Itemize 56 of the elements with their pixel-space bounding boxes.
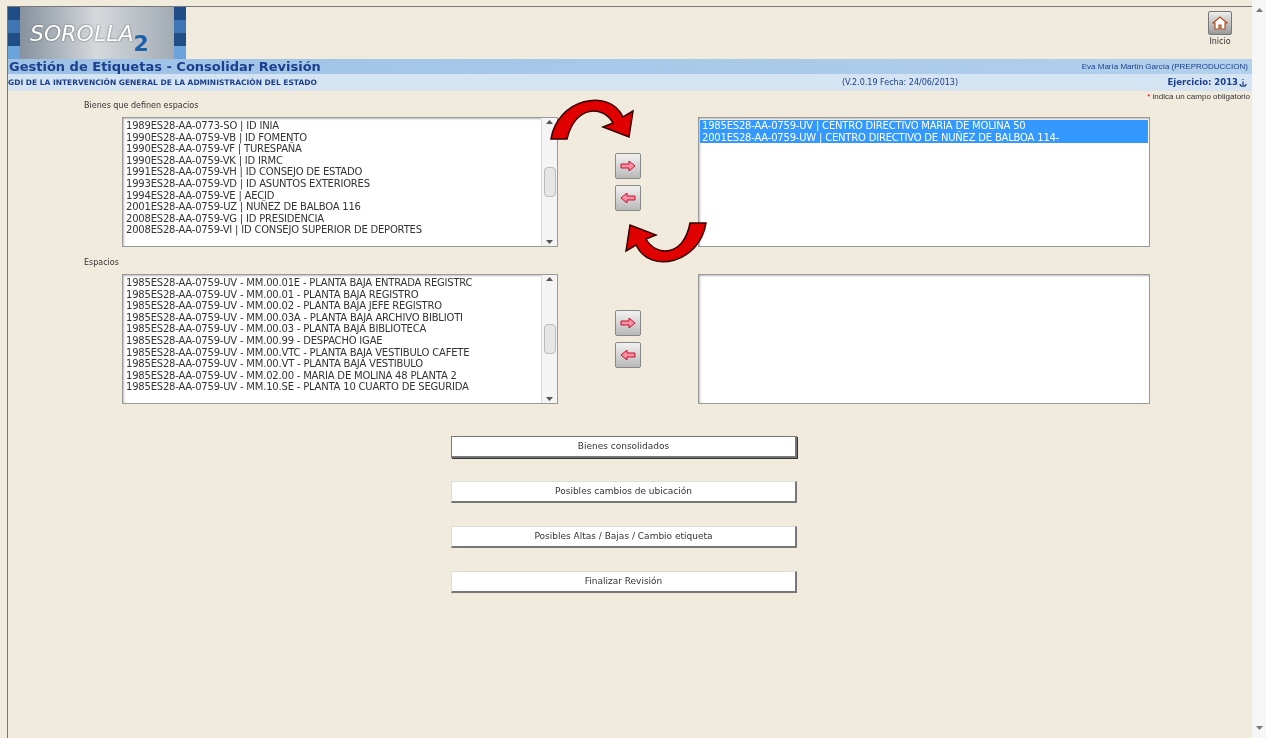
logo-stripe-icon xyxy=(8,7,20,59)
list-option[interactable]: 1985ES28-AA-0759-UV - MM.00.02 - PLANTA BAJA JEFE REGISTRO xyxy=(124,300,540,312)
list-option[interactable]: 1985ES28-AA-0759-UV - MM.00.VT - PLANTA BAJA VESTIBULO xyxy=(124,358,540,370)
list-option[interactable]: 1989ES28-AA-0773-SO | ID INIA xyxy=(124,120,540,132)
scroll-thumb[interactable] xyxy=(543,324,556,354)
arrow-left-icon xyxy=(620,350,636,360)
list-option[interactable]: 1990ES28-AA-0759-VB | ID FOMENTO xyxy=(124,131,540,144)
list-box[interactable] xyxy=(122,117,558,247)
scroll-up-icon[interactable] xyxy=(546,277,553,281)
scroll-down-icon[interactable] xyxy=(546,240,553,244)
scroll-thumb[interactable] xyxy=(543,167,556,197)
move-left-button[interactable] xyxy=(615,342,641,368)
list-option[interactable]: 2008ES28-AA-0759-VG | ID PRESIDENCIA xyxy=(124,212,540,225)
list-option[interactable]: 1985ES28-AA-0759-UV - MM.00.01 - PLANTA BAJA REGISTRO xyxy=(124,288,540,301)
list-box[interactable] xyxy=(122,274,558,404)
list-option[interactable]: 1993ES28-AA-0759-VD | ID ASUNTOS EXTERIORES xyxy=(124,177,540,190)
scroll-up-icon[interactable] xyxy=(546,120,553,124)
version-text: (V.2.0.19 Fecha: 24/06/2013) xyxy=(842,76,960,89)
scrollbar[interactable] xyxy=(541,118,557,246)
action-button[interactable]: Bienes consolidados xyxy=(451,436,797,458)
scroll-down-icon[interactable] xyxy=(1255,726,1263,730)
scrollbar[interactable] xyxy=(541,275,557,403)
action-button[interactable]: Posibles Altas / Bajas / Cambio etiqueta xyxy=(451,526,797,548)
scroll-down-icon[interactable] xyxy=(546,397,553,401)
logo-number: 2 xyxy=(133,33,149,55)
list-option[interactable]: 1985ES28-AA-0759-UV - MM.02.00 - MARIA DE MOLINA 48 PLANTA 2 xyxy=(124,369,540,382)
required-note: * indica un campo obligatorio xyxy=(1147,91,1251,103)
list-option[interactable]: 2001ES28-AA-0759-UZ | NUÑEZ DE BALBOA 116 xyxy=(124,201,540,213)
list-option[interactable]: 1985ES28-AA-0759-UV - MM.00.03A - PLANTA BAJA ARCHIVO BIBLIOTI xyxy=(124,311,540,324)
list-option[interactable]: 1985ES28-AA-0759-UV - MM.00.99 - DESPACHO IGAE xyxy=(124,334,540,347)
scroll-up-icon[interactable] xyxy=(1255,8,1263,12)
list-option[interactable]: 1990ES28-AA-0759-VK | ID IRMC xyxy=(124,154,540,167)
action-button[interactable]: Finalizar Revisión xyxy=(451,571,797,593)
list-option[interactable]: 2008ES28-AA-0759-VI | ID CONSEJO SUPERIOR DE DEPORTES xyxy=(124,224,540,236)
house-icon xyxy=(1212,15,1228,31)
move-right-button[interactable] xyxy=(615,153,641,179)
page-title: Gestión de Etiquetas - Consolidar Revisión xyxy=(9,60,321,73)
year-text: Ejercicio: 2013 xyxy=(1167,76,1238,89)
action-button[interactable]: Posibles cambios de ubicación xyxy=(451,481,797,503)
list-option[interactable]: 1990ES28-AA-0759-VF | TURESPAÑA xyxy=(124,143,540,155)
move-right-button[interactable] xyxy=(615,310,641,336)
list-option[interactable]: 1985ES28-AA-0759-UV - MM.00.VTC - PLANTA BAJA VESTIBULO CAFETE xyxy=(124,346,540,359)
logo-stripe-icon xyxy=(174,7,186,59)
section-label: Bienes que definen espacios xyxy=(84,100,200,112)
list-option[interactable]: 1985ES28-AA-0759-UV - MM.00.03 - PLANTA BAJA BIBLIOTECA xyxy=(124,323,540,335)
logo-text: SOROLLA xyxy=(30,23,134,45)
user-name: Eva María Martín García (PREPRODUCCION) xyxy=(1081,60,1248,73)
arrow-left-icon xyxy=(620,193,636,203)
list-option[interactable]: 1994ES28-AA-0759-VE | AECID xyxy=(124,189,540,202)
list-option[interactable]: 1985ES28-AA-0759-UV - MM.00.01E - PLANTA BAJA ENTRADA REGISTRC xyxy=(124,277,540,289)
arrow-right-icon xyxy=(620,161,636,171)
section-label: Espacios xyxy=(84,257,120,269)
list-option[interactable]: 1985ES28-AA-0759-UV - MM.10.SE - PLANTA 10 CUARTO DE SEGURIDA xyxy=(124,381,540,393)
arrow-right-icon xyxy=(620,318,636,328)
move-left-button[interactable] xyxy=(615,185,641,211)
list-option[interactable]: 1991ES28-AA-0759-VH | ID CONSEJO DE ESTADO xyxy=(124,166,540,178)
